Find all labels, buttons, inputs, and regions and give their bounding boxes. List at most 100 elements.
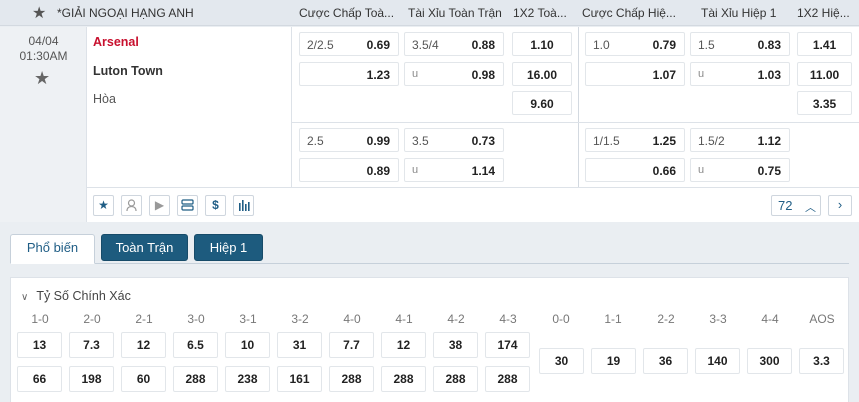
odds-ou-ft-over[interactable]: 3.5/4 0.88 bbox=[404, 32, 504, 56]
home-team: Arsenal bbox=[93, 35, 139, 49]
score-odds[interactable]: 288 bbox=[485, 366, 530, 392]
odds-value: 0.69 bbox=[366, 38, 390, 52]
col-1x2-ft: 1X2 Toà... bbox=[513, 6, 567, 20]
odds-ah-1h-away[interactable]: 1.07 bbox=[585, 62, 685, 86]
score-odds[interactable]: 288 bbox=[329, 366, 374, 392]
odds-ah-1h-home[interactable]: 1.0 0.79 bbox=[585, 32, 685, 56]
odds-1x2-1h-home[interactable]: 1.41 bbox=[797, 32, 852, 56]
col-ou-1h: Tài Xỉu Hiệp 1 bbox=[701, 6, 777, 20]
chevron-up-icon: ︿ bbox=[805, 202, 816, 214]
handicap-line: 1/1.5 bbox=[593, 134, 620, 148]
score-odds[interactable]: 13 bbox=[17, 332, 62, 358]
score-odds[interactable]: 174 bbox=[485, 332, 530, 358]
odds-ou-1h-under-alt[interactable]: u 0.75 bbox=[690, 158, 790, 182]
odds-ah-ft-away[interactable]: 1.23 bbox=[299, 62, 399, 86]
draw-label: Hòa bbox=[93, 92, 116, 106]
col-1x2-1h: 1X2 Hiệ... bbox=[797, 6, 850, 20]
more-markets-button[interactable]: 72 ︿ bbox=[771, 195, 821, 216]
odds-ah-ft-home[interactable]: 2/2.5 0.69 bbox=[299, 32, 399, 56]
odds-ou-ft-over-alt[interactable]: 3.5 0.73 bbox=[404, 128, 504, 152]
score-label: 4-3 bbox=[499, 312, 517, 326]
score-odds[interactable]: 161 bbox=[277, 366, 322, 392]
odds-1x2-ft-home[interactable]: 1.10 bbox=[512, 32, 572, 56]
dollar-icon[interactable]: $ bbox=[205, 195, 226, 216]
tab-popular[interactable]: Phổ biến bbox=[10, 234, 95, 264]
score-label: 0-0 bbox=[552, 312, 570, 326]
tab-first-half[interactable]: Hiệp 1 bbox=[194, 234, 263, 261]
score-label: 1-1 bbox=[604, 312, 622, 326]
exact-score-header[interactable]: ∨ Tỷ Số Chính Xác bbox=[21, 289, 131, 303]
odds-ah-ft-home-alt[interactable]: 2.5 0.99 bbox=[299, 128, 399, 152]
odds-ou-1h-over[interactable]: 1.5 0.83 bbox=[690, 32, 790, 56]
chart-bars-icon[interactable] bbox=[233, 195, 254, 216]
odds-ou-1h-under[interactable]: u 1.03 bbox=[690, 62, 790, 86]
match-toolbar: ★ ▶ $ 72 ︿ › bbox=[87, 187, 859, 222]
score-odds[interactable]: 7.7 bbox=[329, 332, 374, 358]
match-date: 04/04 bbox=[28, 34, 59, 48]
odds-value: 0.88 bbox=[471, 38, 495, 52]
score-odds[interactable]: 3.3 bbox=[799, 348, 844, 374]
score-label: 4-0 bbox=[343, 312, 361, 326]
score-odds[interactable]: 198 bbox=[69, 366, 114, 392]
score-label: 3-2 bbox=[291, 312, 309, 326]
score-odds[interactable]: 140 bbox=[695, 348, 740, 374]
chevron-right-icon[interactable]: › bbox=[828, 195, 852, 216]
score-label: AOS bbox=[809, 312, 835, 326]
odds-1x2-1h-away[interactable]: 11.00 bbox=[797, 62, 852, 86]
score-odds[interactable]: 7.3 bbox=[69, 332, 114, 358]
star-icon[interactable]: ★ bbox=[32, 3, 46, 23]
odds-value: 3.35 bbox=[812, 97, 837, 111]
total-line: 1.5 bbox=[698, 38, 715, 52]
score-label: 4-2 bbox=[447, 312, 465, 326]
score-odds[interactable]: 10 bbox=[225, 332, 270, 358]
odds-ah-1h-away-alt[interactable]: 0.66 bbox=[585, 158, 685, 182]
score-label: 2-0 bbox=[83, 312, 101, 326]
favorite-star-icon[interactable]: ★ bbox=[34, 68, 50, 89]
score-label: 2-2 bbox=[657, 312, 675, 326]
score-odds[interactable]: 12 bbox=[121, 332, 166, 358]
odds-value: 1.10 bbox=[530, 38, 554, 52]
tab-full-time[interactable]: Toàn Trận bbox=[101, 234, 188, 261]
odds-value: 16.00 bbox=[526, 68, 558, 82]
score-odds[interactable]: 60 bbox=[121, 366, 166, 392]
total-line: 3.5 bbox=[412, 134, 429, 148]
score-odds[interactable]: 300 bbox=[747, 348, 792, 374]
odds-1x2-ft-away[interactable]: 16.00 bbox=[512, 62, 572, 86]
score-odds[interactable]: 12 bbox=[381, 332, 426, 358]
divider bbox=[578, 27, 579, 187]
play-icon[interactable]: ▶ bbox=[149, 195, 170, 216]
score-label: 3-1 bbox=[239, 312, 257, 326]
score-odds[interactable]: 36 bbox=[643, 348, 688, 374]
away-team: Luton Town bbox=[93, 64, 163, 78]
odds-value: 0.89 bbox=[366, 164, 390, 178]
odds-value: 1.23 bbox=[366, 68, 390, 82]
odds-ah-1h-home-alt[interactable]: 1/1.5 1.25 bbox=[585, 128, 685, 152]
odds-value: 0.79 bbox=[652, 38, 676, 52]
score-odds[interactable]: 19 bbox=[591, 348, 636, 374]
odds-ou-ft-under-alt[interactable]: u 1.14 bbox=[404, 158, 504, 182]
score-odds[interactable]: 38 bbox=[433, 332, 478, 358]
score-odds[interactable]: 6.5 bbox=[173, 332, 218, 358]
stats-list-icon[interactable] bbox=[177, 195, 198, 216]
score-odds[interactable]: 66 bbox=[17, 366, 62, 392]
exact-score-title: Tỷ Số Chính Xác bbox=[36, 289, 131, 303]
score-odds[interactable]: 288 bbox=[433, 366, 478, 392]
score-odds[interactable]: 238 bbox=[225, 366, 270, 392]
score-odds[interactable]: 30 bbox=[539, 348, 584, 374]
odds-value: 1.25 bbox=[652, 134, 676, 148]
odds-ou-ft-under[interactable]: u 0.98 bbox=[404, 62, 504, 86]
odds-value: 1.07 bbox=[652, 68, 676, 82]
favorite-star-icon[interactable]: ★ bbox=[93, 195, 114, 216]
odds-ah-ft-away-alt[interactable]: 0.89 bbox=[299, 158, 399, 182]
odds-ou-1h-over-alt[interactable]: 1.5/2 1.12 bbox=[690, 128, 790, 152]
odds-value: 1.41 bbox=[812, 38, 837, 52]
user-icon[interactable] bbox=[121, 195, 142, 216]
score-odds[interactable]: 31 bbox=[277, 332, 322, 358]
odds-1x2-ft-draw[interactable]: 9.60 bbox=[512, 91, 572, 115]
score-label: 3-0 bbox=[187, 312, 205, 326]
odds-1x2-1h-draw[interactable]: 3.35 bbox=[797, 91, 852, 115]
teams-column: Arsenal Luton Town Hòa bbox=[87, 27, 292, 187]
tab-underline bbox=[10, 263, 849, 264]
score-odds[interactable]: 288 bbox=[381, 366, 426, 392]
score-odds[interactable]: 288 bbox=[173, 366, 218, 392]
